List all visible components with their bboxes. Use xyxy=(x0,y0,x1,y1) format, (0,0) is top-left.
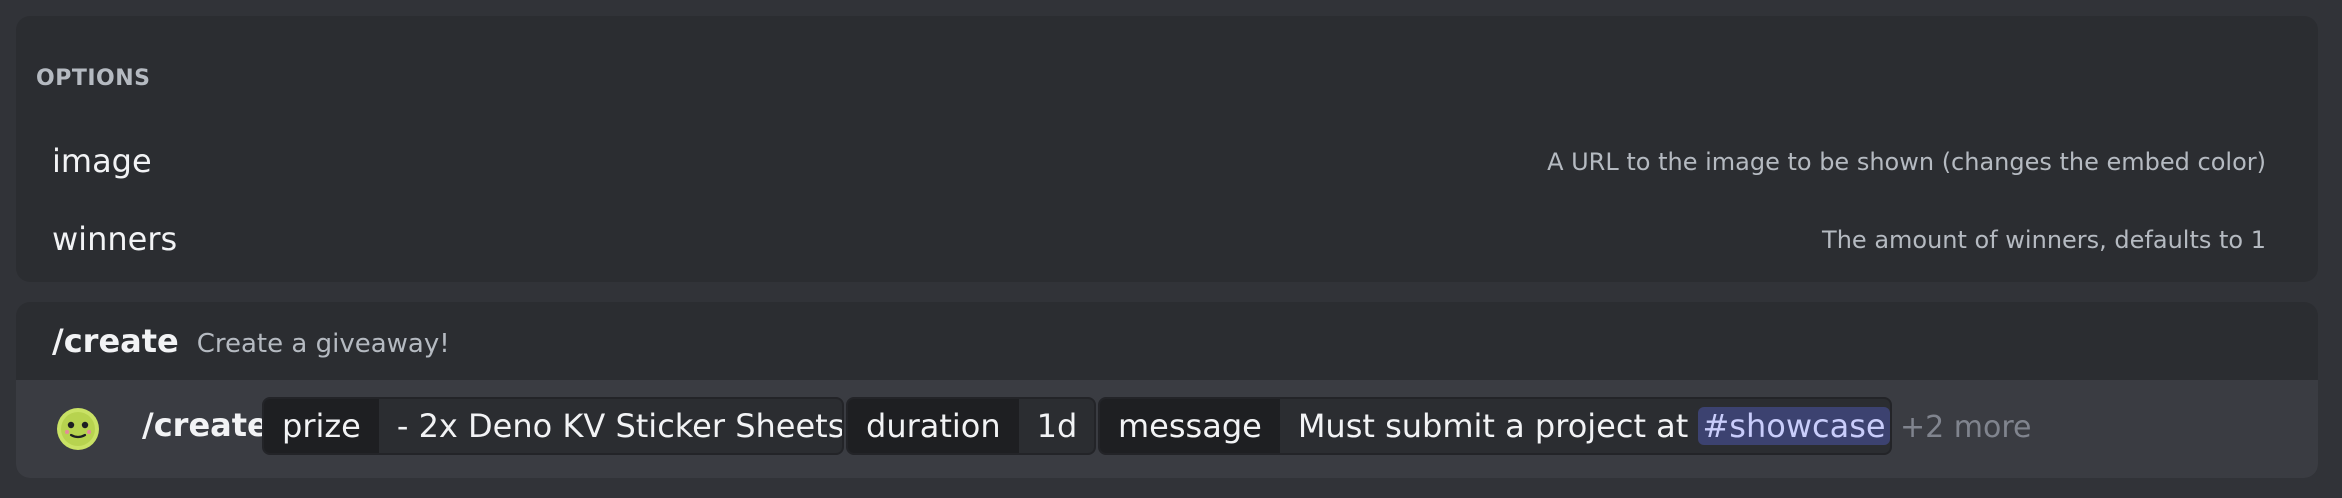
app-root: OPTIONS image A URL to the image to be s… xyxy=(0,0,2342,498)
param-pill-duration[interactable]: duration 1d xyxy=(846,397,1096,455)
option-item-winners[interactable]: winners The amount of winners, defaults … xyxy=(16,204,2318,276)
command-header: /create Create a giveaway! xyxy=(52,322,450,368)
options-panel: OPTIONS image A URL to the image to be s… xyxy=(16,16,2318,282)
option-description: The amount of winners, defaults to 1 xyxy=(1822,226,2266,254)
more-params-indicator[interactable]: +2 more xyxy=(1900,410,2031,445)
param-value-prefix: Must submit a project at xyxy=(1297,407,1689,445)
param-value[interactable]: - 2x Deno KV Sticker Sheets xyxy=(379,399,842,453)
param-pill-message[interactable]: message Must submit a project at #showca… xyxy=(1098,397,1892,455)
param-name: duration xyxy=(848,399,1019,453)
param-value[interactable]: Must submit a project at #showcase! xyxy=(1280,399,1891,453)
option-name: winners xyxy=(52,220,178,258)
option-item-image[interactable]: image A URL to the image to be shown (ch… xyxy=(16,126,2318,198)
options-header: OPTIONS xyxy=(36,66,151,91)
command-input-row[interactable]: /create prize - 2x Deno KV Sticker Sheet… xyxy=(16,380,2318,478)
channel-mention[interactable]: #showcase xyxy=(1698,407,1890,445)
param-value-suffix: ! xyxy=(1890,407,1891,445)
param-name: prize xyxy=(264,399,379,453)
command-input-name: /create xyxy=(142,406,269,444)
option-description: A URL to the image to be shown (changes … xyxy=(1547,148,2266,176)
deno-app-icon xyxy=(57,408,99,450)
param-name: message xyxy=(1100,399,1280,453)
param-pill-prize[interactable]: prize - 2x Deno KV Sticker Sheets xyxy=(262,397,844,455)
param-value[interactable]: 1d xyxy=(1019,399,1094,453)
command-panel: /create Create a giveaway! /create prize… xyxy=(16,302,2318,478)
option-name: image xyxy=(52,142,152,180)
command-description: Create a giveaway! xyxy=(196,329,450,359)
command-name: /create xyxy=(52,322,179,360)
